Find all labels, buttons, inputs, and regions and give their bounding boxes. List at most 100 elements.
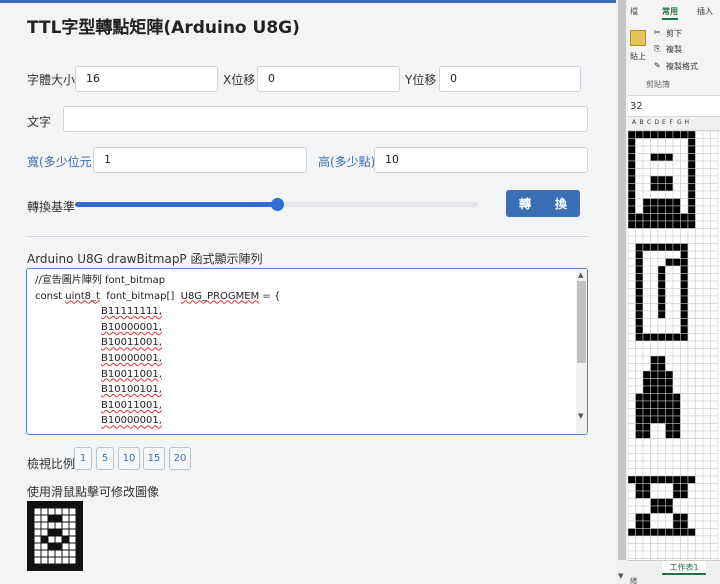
excel-cell[interactable] — [710, 385, 719, 394]
excel-cell[interactable] — [680, 543, 689, 552]
excel-cell[interactable] — [680, 385, 689, 394]
excel-cell[interactable] — [672, 348, 681, 357]
y-offset-input[interactable]: 0 — [439, 66, 581, 92]
excel-cell[interactable] — [695, 250, 704, 259]
excel-cell[interactable] — [695, 183, 704, 192]
excel-cell[interactable] — [702, 340, 711, 349]
excel-cell[interactable] — [687, 475, 696, 484]
excel-cell[interactable] — [710, 378, 719, 387]
excel-cell[interactable] — [642, 325, 651, 334]
excel-cell[interactable] — [710, 265, 719, 274]
excel-cell[interactable] — [665, 423, 674, 432]
excel-cell[interactable] — [687, 543, 696, 552]
excel-cell[interactable] — [628, 498, 636, 507]
excel-cell[interactable] — [650, 325, 659, 334]
excel-cell[interactable] — [672, 445, 681, 454]
excel-cell[interactable] — [657, 190, 666, 199]
excel-cell[interactable] — [695, 543, 704, 552]
excel-cell[interactable] — [657, 160, 666, 169]
excel-cell[interactable] — [628, 318, 636, 327]
excel-cell[interactable] — [672, 528, 681, 537]
excel-cell[interactable] — [710, 505, 719, 514]
excel-cell[interactable] — [687, 138, 696, 147]
excel-cell[interactable] — [657, 295, 666, 304]
excel-cell[interactable] — [710, 280, 719, 289]
excel-cell[interactable] — [657, 468, 666, 477]
excel-cell[interactable] — [657, 258, 666, 267]
excel-cell[interactable] — [702, 138, 711, 147]
excel-cell[interactable] — [665, 243, 674, 252]
excel-cell[interactable] — [650, 468, 659, 477]
excel-cell[interactable] — [687, 535, 696, 544]
excel-cell[interactable] — [702, 130, 711, 139]
excel-cell[interactable] — [687, 273, 696, 282]
tab-insert[interactable]: 插入 — [697, 6, 713, 17]
excel-cell[interactable] — [635, 468, 644, 477]
bitmap-pixel[interactable] — [34, 543, 41, 550]
excel-cell[interactable] — [695, 385, 704, 394]
excel-cell[interactable] — [642, 273, 651, 282]
excel-cell[interactable] — [635, 295, 644, 304]
excel-cell[interactable] — [642, 490, 651, 499]
excel-cell[interactable] — [665, 153, 674, 162]
excel-cell[interactable] — [672, 520, 681, 529]
bitmap-pixel[interactable] — [69, 564, 76, 571]
excel-cell[interactable] — [680, 258, 689, 267]
excel-cell[interactable] — [672, 168, 681, 177]
excel-cell[interactable] — [687, 378, 696, 387]
excel-cell[interactable] — [695, 145, 704, 154]
excel-cell[interactable] — [628, 243, 636, 252]
bitmap-pixel[interactable] — [55, 522, 62, 529]
excel-cell[interactable] — [680, 415, 689, 424]
excel-cell[interactable] — [650, 340, 659, 349]
excel-cell[interactable] — [702, 333, 711, 342]
excel-cell[interactable] — [702, 145, 711, 154]
excel-cell[interactable] — [657, 243, 666, 252]
excel-cell[interactable] — [687, 318, 696, 327]
excel-cell[interactable] — [650, 138, 659, 147]
excel-cell[interactable] — [650, 280, 659, 289]
bitmap-pixel[interactable] — [55, 501, 62, 508]
excel-cell[interactable] — [702, 520, 711, 529]
excel-cell[interactable] — [642, 340, 651, 349]
excel-cell[interactable] — [702, 490, 711, 499]
excel-cell[interactable] — [635, 550, 644, 559]
excel-cell[interactable] — [657, 198, 666, 207]
excel-cell[interactable] — [635, 385, 644, 394]
excel-cell[interactable] — [628, 160, 636, 169]
excel-cell[interactable] — [665, 475, 674, 484]
bitmap-pixel[interactable] — [69, 501, 76, 508]
excel-cell[interactable] — [650, 318, 659, 327]
excel-cell[interactable] — [680, 460, 689, 469]
excel-cell[interactable] — [672, 333, 681, 342]
bitmap-pixel[interactable] — [76, 522, 83, 529]
excel-cell[interactable] — [650, 250, 659, 259]
excel-cell[interactable] — [657, 498, 666, 507]
excel-cell[interactable] — [672, 265, 681, 274]
excel-cell[interactable] — [710, 145, 719, 154]
excel-cell[interactable] — [650, 228, 659, 237]
excel-cell[interactable] — [665, 273, 674, 282]
excel-cell[interactable] — [635, 513, 644, 522]
excel-cell[interactable] — [628, 168, 636, 177]
cut-label[interactable]: 剪下 — [666, 28, 682, 39]
excel-cell[interactable] — [680, 370, 689, 379]
excel-cell[interactable] — [642, 295, 651, 304]
excel-cell[interactable] — [665, 468, 674, 477]
excel-cell[interactable] — [665, 183, 674, 192]
excel-cell[interactable] — [628, 348, 636, 357]
excel-cell[interactable] — [710, 475, 719, 484]
excel-cell[interactable] — [657, 408, 666, 417]
excel-cell[interactable] — [642, 198, 651, 207]
excel-cell[interactable] — [695, 310, 704, 319]
excel-cell[interactable] — [628, 145, 636, 154]
excel-cell[interactable] — [710, 258, 719, 267]
excel-cell[interactable] — [710, 453, 719, 462]
excel-cell[interactable] — [665, 430, 674, 439]
excel-cell[interactable] — [628, 138, 636, 147]
excel-cell[interactable] — [635, 228, 644, 237]
convert-button[interactable]: 轉 換 — [506, 190, 580, 217]
excel-cell[interactable] — [657, 340, 666, 349]
excel-cell[interactable] — [672, 393, 681, 402]
excel-cell[interactable] — [702, 453, 711, 462]
